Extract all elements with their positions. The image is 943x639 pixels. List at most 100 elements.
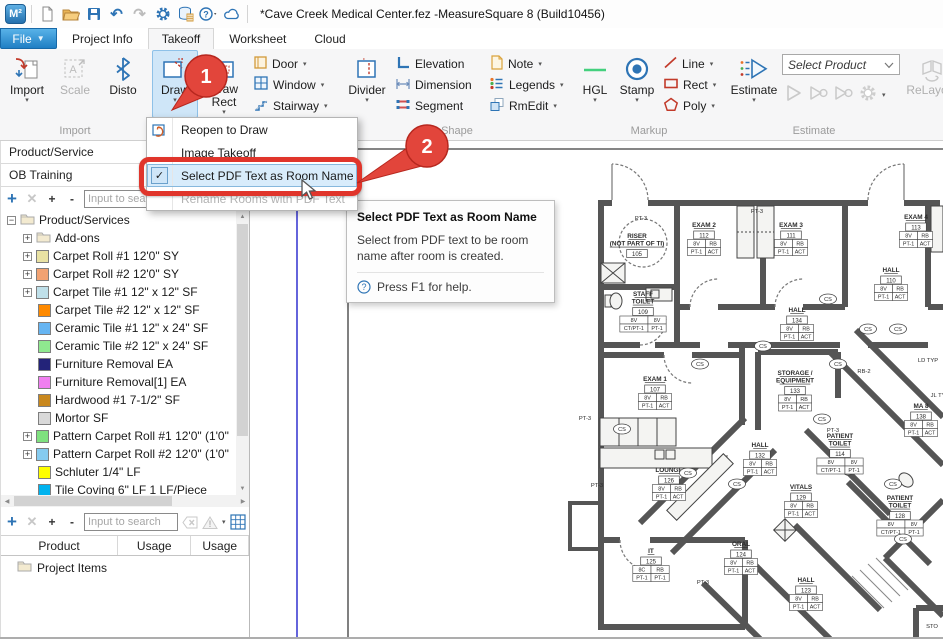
chevron-down-icon[interactable]: ▾	[882, 91, 886, 99]
expand-icon[interactable]: +	[23, 431, 32, 441]
expand-button[interactable]: +	[44, 514, 60, 530]
tree-item-label: Furniture Removal[1] EA	[55, 375, 187, 389]
add-button[interactable]: +	[4, 190, 20, 207]
new-document-icon[interactable]	[36, 3, 59, 25]
svg-text:TOILET: TOILET	[889, 503, 912, 510]
undo-icon[interactable]: ↶	[105, 3, 128, 25]
dimension-button[interactable]: Dimension	[392, 75, 484, 94]
disto-button[interactable]: Disto	[100, 50, 146, 118]
tree-item[interactable]: Ceramic Tile #1 12" x 24" SF	[1, 319, 249, 337]
tree-horizontal-scrollbar[interactable]: ◀ ▶	[1, 495, 249, 507]
tree-item[interactable]: + Carpet Tile #1 12" x 12" SF	[1, 283, 249, 301]
save-icon[interactable]	[82, 3, 105, 25]
tree-item[interactable]: Furniture Removal EA	[1, 355, 249, 373]
elevation-button[interactable]: Elevation	[392, 54, 484, 73]
room-label-exam-2: EXAM 2 112 8V RB PT-1 ACT	[687, 222, 721, 256]
expand-button[interactable]: +	[44, 191, 60, 207]
tree-item[interactable]: + Add-ons	[1, 229, 249, 247]
redo-icon[interactable]: ↷	[128, 3, 151, 25]
rect-button[interactable]: Rect ▾	[660, 75, 722, 94]
estimate-run-all-icon[interactable]	[832, 82, 855, 107]
svg-text:ACT: ACT	[801, 335, 812, 341]
delete-button[interactable]: ✕	[24, 514, 40, 530]
tree-item[interactable]: + Carpet Roll #1 12'0" SY	[1, 247, 249, 265]
cloud-icon[interactable]	[220, 3, 243, 25]
column-header-usage[interactable]: Usage	[191, 536, 249, 555]
svg-text:CT/PT-1: CT/PT-1	[624, 326, 644, 332]
tree-item[interactable]: + Carpet Roll #2 12'0" SY	[1, 265, 249, 283]
svg-text:HALL: HALL	[788, 307, 805, 314]
tab-project-info[interactable]: Project Info	[59, 28, 146, 49]
scale-button[interactable]: A Scale	[52, 50, 98, 118]
svg-text:128: 128	[895, 514, 906, 520]
tree-item[interactable]: Hardwood #1 7-1/2" SF	[1, 391, 249, 409]
poly-button[interactable]: Poly ▾	[660, 96, 722, 115]
note-button[interactable]: Note ▾	[486, 54, 570, 73]
file-menu-button[interactable]: File ▼	[0, 28, 57, 49]
column-header-usage[interactable]: Usage	[118, 536, 192, 555]
cs-tag: CS	[889, 323, 907, 335]
select-product-dropdown[interactable]: Select Product	[782, 54, 900, 75]
search-input[interactable]	[84, 513, 178, 531]
tree-item[interactable]: Furniture Removal[1] EA	[1, 373, 249, 391]
group-label-import: Import	[59, 125, 91, 137]
import-button[interactable]: Import ▾	[4, 50, 50, 118]
tree-item[interactable]: + Pattern Carpet Roll #1 12'0" (1'0"	[1, 427, 249, 445]
expand-icon[interactable]: +	[23, 287, 32, 297]
dimension-icon	[395, 76, 411, 94]
stamp-button[interactable]: Stamp ▾	[616, 50, 658, 118]
relayout-button[interactable]: ReLayout	[906, 50, 943, 118]
tree-item[interactable]: Schluter 1/4" LF	[1, 463, 249, 481]
rmedit-button[interactable]: RmEdit ▾	[486, 96, 570, 115]
tab-worksheet[interactable]: Worksheet	[216, 28, 299, 49]
help-icon[interactable]: ?	[197, 3, 220, 25]
estimate-settings-gear-icon[interactable]	[857, 82, 880, 107]
database-icon[interactable]	[174, 3, 197, 25]
collapse-icon[interactable]: −	[7, 215, 16, 225]
tree-vertical-scrollbar[interactable]: ▲ ▼	[236, 211, 249, 495]
svg-text:ACT: ACT	[708, 250, 719, 256]
grid-view-icon[interactable]	[229, 514, 246, 530]
estimate-run-icon[interactable]	[782, 82, 805, 107]
chevron-down-icon[interactable]: ▾	[222, 518, 226, 526]
filter-warning-icon[interactable]: !	[202, 514, 218, 530]
svg-text:EXAM 4: EXAM 4	[904, 214, 928, 221]
legends-button[interactable]: Legends ▾	[486, 75, 570, 94]
room-label-exam-1: EXAM 1 107 8V RB PT-1 ACT	[638, 376, 672, 410]
door-button[interactable]: Door ▾	[250, 54, 338, 73]
segment-button[interactable]: Segment	[392, 96, 484, 115]
line-icon	[663, 55, 678, 73]
project-items-row[interactable]: Project Items	[1, 558, 249, 577]
expand-icon[interactable]: +	[23, 269, 32, 279]
add-button[interactable]: +	[4, 513, 20, 530]
expand-icon[interactable]: +	[23, 251, 32, 261]
tab-cloud[interactable]: Cloud	[301, 28, 358, 49]
tree-item[interactable]: Tile Coving 6" LF 1 LF/Piece	[1, 481, 249, 495]
expand-icon[interactable]: +	[23, 449, 32, 459]
clear-search-icon[interactable]	[182, 514, 198, 530]
open-folder-icon[interactable]	[59, 3, 82, 25]
stairway-button[interactable]: Stairway ▾	[250, 96, 338, 115]
tree-item[interactable]: − Product/Services	[1, 211, 249, 229]
collapse-button[interactable]: -	[64, 191, 80, 207]
divider-button[interactable]: Divider ▾	[344, 50, 390, 118]
line-button[interactable]: Line ▾	[660, 54, 722, 73]
tree-item[interactable]: Ceramic Tile #2 12" x 24" SF	[1, 337, 249, 355]
menu-item-reopen-to-draw[interactable]: Reopen to Draw	[147, 118, 357, 141]
hgl-button[interactable]: HGL ▾	[576, 50, 614, 118]
window-button[interactable]: Window ▾	[250, 75, 338, 94]
delete-button[interactable]: ✕	[24, 191, 40, 207]
collapse-button[interactable]: -	[64, 514, 80, 530]
elevation-icon	[395, 55, 411, 73]
tab-takeoff[interactable]: Takeoff	[147, 28, 215, 49]
tree-item[interactable]: Mortor SF	[1, 409, 249, 427]
tree-item[interactable]: + Pattern Carpet Roll #2 12'0" (1'0"	[1, 445, 249, 463]
estimate-run-next-icon[interactable]	[807, 82, 830, 107]
column-header-product[interactable]: Product	[1, 536, 119, 555]
tree-item-label: Carpet Roll #2 12'0" SY	[53, 267, 179, 281]
expand-icon[interactable]: +	[23, 233, 32, 243]
tree-item[interactable]: Carpet Tile #2 12" x 12" SF	[1, 301, 249, 319]
chevron-down-icon: ▼	[36, 34, 45, 43]
settings-gear-icon[interactable]	[151, 3, 174, 25]
estimate-button[interactable]: Estimate ▾	[728, 50, 780, 118]
